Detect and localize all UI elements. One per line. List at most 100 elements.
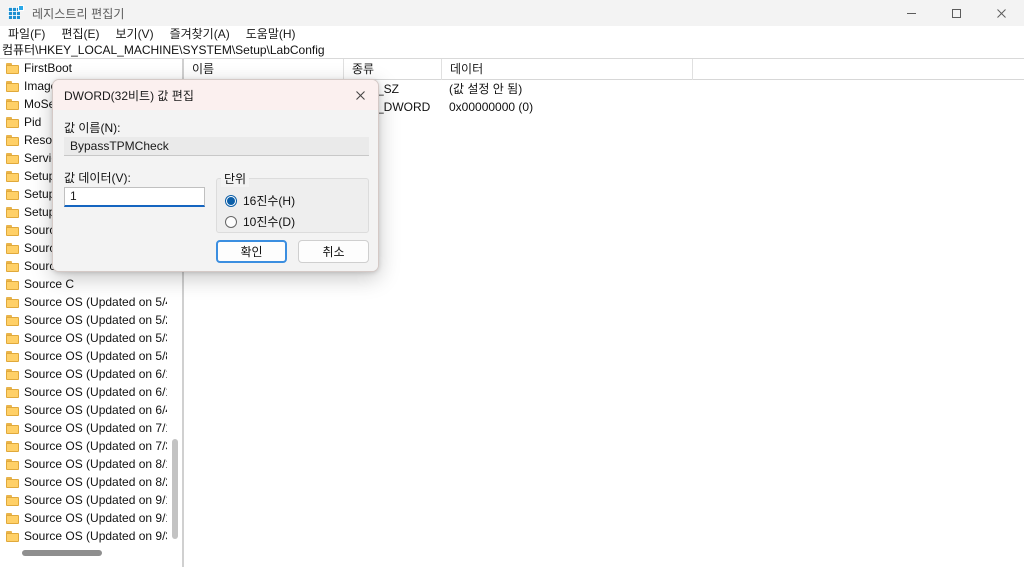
dialog-titlebar: DWORD(32비트) 값 편집 [53, 80, 378, 110]
tree-item-label: Source OS (Updated on 5/30/20 [24, 331, 167, 345]
folder-icon [6, 476, 19, 488]
value-data-input[interactable]: 1 [64, 187, 205, 207]
radio-hexadecimal-label: 16진수(H) [243, 194, 296, 208]
tree-item[interactable]: Source C [0, 275, 167, 293]
menubar: 파일(F) 편집(E) 보기(V) 즐겨찾기(A) 도움말(H) [0, 26, 1024, 42]
radio-decimal[interactable]: 10진수(D) [225, 213, 295, 230]
radio-decimal-indicator [225, 215, 237, 228]
tree-horizontal-scrollbar[interactable] [0, 546, 167, 560]
folder-icon [6, 296, 19, 308]
address-path: 컴퓨터\HKEY_LOCAL_MACHINE\SYSTEM\Setup\LabC… [2, 43, 325, 57]
menu-help[interactable]: 도움말(H) [238, 26, 304, 42]
folder-icon [6, 332, 19, 344]
tree-item[interactable]: Source OS (Updated on 6/19/20 [0, 383, 167, 401]
folder-icon [6, 368, 19, 380]
cell-data: (값 설정 안 됨) [449, 82, 523, 96]
folder-icon [6, 530, 19, 542]
column-header-name[interactable]: 이름 [184, 59, 343, 80]
tree-item-label: Source OS (Updated on 7/31/20 [24, 439, 167, 453]
folder-icon [6, 494, 19, 506]
column-header-data[interactable]: 데이터 [441, 59, 692, 80]
folder-icon [6, 422, 19, 434]
tree-item-label: Source C [24, 277, 75, 291]
tree-item[interactable]: Source OS (Updated on 5/30/20 [0, 329, 167, 347]
radio-hexadecimal[interactable]: 16진수(H) [225, 192, 295, 209]
tree-hscroll-thumb[interactable] [22, 550, 102, 556]
folder-icon [6, 350, 19, 362]
folder-icon [6, 260, 19, 272]
tree-item-label: Source OS (Updated on 6/4/202 [24, 403, 167, 417]
folder-icon [6, 62, 19, 74]
tree-item[interactable]: Source OS (Updated on 5/25/20 [0, 311, 167, 329]
folder-icon [6, 188, 19, 200]
folder-icon [6, 98, 19, 110]
column-header-spacer [692, 59, 1024, 80]
tree-item[interactable]: Source OS (Updated on 7/31/20 [0, 437, 167, 455]
folder-icon [6, 242, 19, 254]
folder-icon [6, 458, 19, 470]
folder-icon [6, 314, 19, 326]
dialog-close-icon[interactable] [342, 80, 378, 110]
value-data-label: 값 데이터(V): [64, 171, 131, 185]
base-group-label: 단위 [221, 170, 250, 187]
folder-icon [6, 80, 19, 92]
tree-item-label: Pid [24, 115, 42, 129]
tree-item-label: Source OS (Updated on 5/25/20 [24, 313, 167, 327]
folder-icon [6, 512, 19, 524]
tree-item-label: Source OS (Updated on 6/19/20 [24, 385, 167, 399]
tree-item-label: Source OS (Updated on 9/10/20 [24, 493, 167, 507]
folder-icon [6, 440, 19, 452]
close-button[interactable] [979, 0, 1024, 26]
tree-item[interactable]: Source OS (Updated on 9/10/20 [0, 491, 167, 509]
tree-item[interactable]: Source OS (Updated on 5/8/202 [0, 347, 167, 365]
registry-editor-icon [8, 5, 24, 21]
dialog-body: 값 이름(N): BypassTPMCheck 값 데이터(V): 1 단위 1… [53, 110, 378, 271]
column-header-type[interactable]: 종류 [343, 59, 441, 80]
menu-favorites[interactable]: 즐겨찾기(A) [162, 26, 238, 42]
tree-item[interactable]: Source OS (Updated on 6/11/20 [0, 365, 167, 383]
folder-icon [6, 206, 19, 218]
minimize-button[interactable] [889, 0, 934, 26]
folder-icon [6, 386, 19, 398]
tree-item[interactable]: FirstBoot [0, 59, 167, 77]
tree-item-label: Source OS (Updated on 7/15/20 [24, 421, 167, 435]
tree-item-label: FirstBoot [24, 61, 73, 75]
window-controls [889, 0, 1024, 26]
tree-item-label: Source OS (Updated on 8/28/20 [24, 475, 167, 489]
tree-item[interactable]: Source OS (Updated on 5/4/202 [0, 293, 167, 311]
ok-button[interactable]: 확인 [216, 240, 287, 263]
radio-hexadecimal-indicator [225, 194, 237, 207]
maximize-button[interactable] [934, 0, 979, 26]
value-name-input[interactable]: BypassTPMCheck [64, 137, 369, 156]
folder-icon [6, 152, 19, 164]
tree-item-label: Source OS (Updated on 5/8/202 [24, 349, 167, 363]
tree-item-label: Source OS (Updated on 6/11/20 [24, 367, 167, 381]
menu-edit[interactable]: 편집(E) [53, 26, 107, 42]
folder-icon [6, 404, 19, 416]
tree-item-label: Source OS (Updated on 8/18/20 [24, 457, 167, 471]
menu-file[interactable]: 파일(F) [0, 26, 53, 42]
cancel-button[interactable]: 취소 [298, 240, 369, 263]
cell-data: 0x00000000 (0) [449, 100, 534, 114]
menu-view[interactable]: 보기(V) [107, 26, 161, 42]
folder-icon [6, 224, 19, 236]
tree-item[interactable]: Source OS (Updated on 6/4/202 [0, 401, 167, 419]
window-titlebar: 레지스트리 편집기 [0, 0, 1024, 26]
folder-icon [6, 278, 19, 290]
edit-dword-dialog: DWORD(32비트) 값 편집 값 이름(N): BypassTPMCheck… [52, 79, 379, 272]
tree-item[interactable]: Source OS (Updated on 9/14/20 [0, 509, 167, 527]
registry-editor-window: 레지스트리 편집기 파일(F) 편집(E) 보기(V) 즐겨찾기(A) 도움말(… [0, 0, 1024, 567]
tree-item-label: Source OS (Updated on 9/14/20 [24, 511, 167, 525]
tree-item[interactable]: Source OS (Updated on 8/18/20 [0, 455, 167, 473]
radio-decimal-label: 10진수(D) [243, 215, 296, 229]
tree-vscroll-thumb[interactable] [172, 439, 178, 539]
window-title: 레지스트리 편집기 [32, 6, 125, 21]
address-bar[interactable]: 컴퓨터\HKEY_LOCAL_MACHINE\SYSTEM\Setup\LabC… [0, 42, 1024, 58]
tree-item[interactable]: Source OS (Updated on 8/28/20 [0, 473, 167, 491]
tree-item-label: Source OS (Updated on 9/3/202 [24, 529, 167, 543]
value-name-label: 값 이름(N): [64, 121, 121, 135]
tree-item[interactable]: Source OS (Updated on 7/15/20 [0, 419, 167, 437]
tree-item[interactable]: Source OS (Updated on 9/3/202 [0, 527, 167, 545]
dialog-title: DWORD(32비트) 값 편집 [64, 88, 194, 103]
folder-icon [6, 170, 19, 182]
